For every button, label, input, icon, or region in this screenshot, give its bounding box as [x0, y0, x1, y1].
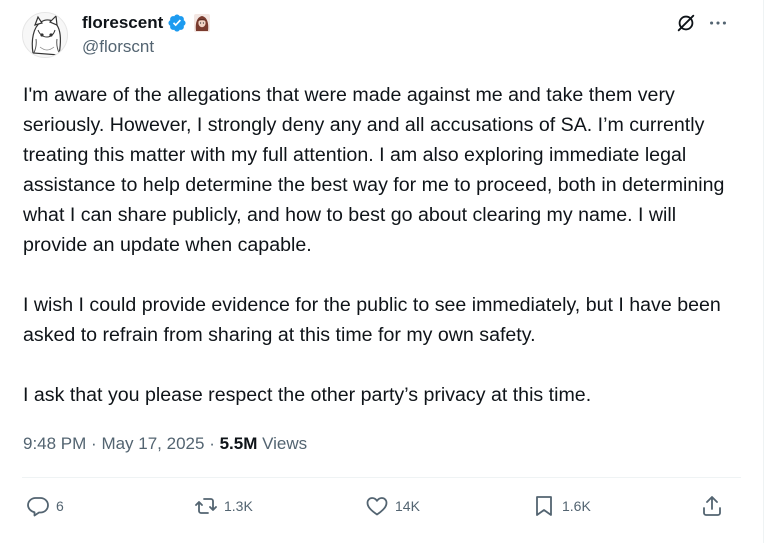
- repost-icon: [195, 498, 217, 514]
- like-button[interactable]: 14K: [365, 494, 420, 518]
- reply-count: 6: [56, 498, 64, 514]
- divider: [22, 477, 741, 478]
- meta-separator: ·: [91, 434, 102, 453]
- views-count: 5.5M: [219, 434, 258, 453]
- avatar-illustration: [23, 13, 67, 57]
- post-meta: 9:48 PM · May 17, 2025 · 5.5M Views: [23, 432, 307, 456]
- share-icon: [703, 496, 721, 516]
- share-button[interactable]: [700, 494, 724, 518]
- post-time[interactable]: 9:48 PM: [23, 434, 86, 453]
- author-display-name[interactable]: florescent: [82, 12, 163, 34]
- views-label: Views: [262, 434, 308, 453]
- reply-button[interactable]: 6: [26, 494, 64, 518]
- bookmark-icon: [536, 496, 552, 516]
- author-handle[interactable]: @florscnt: [82, 36, 154, 58]
- repost-button[interactable]: 1.3K: [194, 494, 253, 518]
- like-count: 14K: [395, 498, 420, 514]
- character-emoji-icon: [193, 13, 211, 33]
- verified-badge-icon[interactable]: [167, 13, 187, 33]
- post-body-text: I'm aware of the allegations that were m…: [23, 84, 725, 406]
- post-top-actions: [675, 12, 729, 34]
- meta-separator: ·: [209, 434, 220, 453]
- reply-icon: [27, 497, 49, 517]
- author-name-row: florescent: [82, 12, 211, 34]
- repost-count: 1.3K: [224, 498, 253, 514]
- bookmark-button[interactable]: 1.6K: [532, 494, 591, 518]
- heart-icon: [366, 497, 388, 516]
- grok-icon[interactable]: [675, 12, 697, 34]
- bookmark-count: 1.6K: [562, 498, 591, 514]
- post-date[interactable]: May 17, 2025: [101, 434, 204, 453]
- post-action-bar: 6 1.3K 14K 1.6K: [22, 494, 732, 526]
- avatar[interactable]: [22, 12, 68, 58]
- more-options-icon[interactable]: [707, 12, 729, 34]
- post-card: florescent @florscnt I'm aware of the al…: [0, 0, 764, 543]
